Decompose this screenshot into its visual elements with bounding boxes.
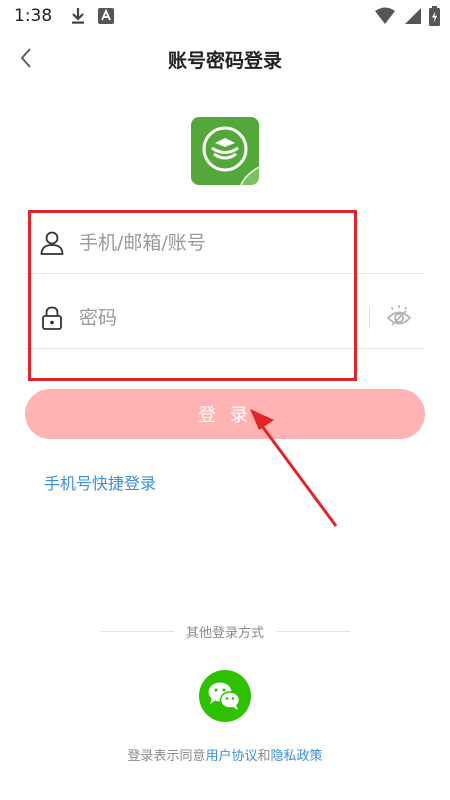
user-agreement-link[interactable]: 用户协议 xyxy=(205,749,257,764)
divider-line-left xyxy=(100,630,174,632)
download-icon xyxy=(72,8,85,24)
account-input[interactable] xyxy=(79,226,359,260)
agreement-prefix: 登录表示同意 xyxy=(127,749,206,764)
signal-icon xyxy=(405,8,421,24)
wechat-icon xyxy=(208,682,241,710)
app-notification-icon xyxy=(98,8,115,24)
status-bar: 1:38 xyxy=(0,0,450,32)
login-button[interactable]: 登 录 xyxy=(25,389,425,439)
app-logo-icon xyxy=(202,126,259,185)
page-title: 账号密码登录 xyxy=(167,50,282,72)
status-system-icons xyxy=(375,6,440,26)
privacy-policy-link[interactable]: 隐私政策 xyxy=(271,749,323,764)
battery-charging-icon xyxy=(429,6,440,26)
account-field xyxy=(25,212,425,274)
agreement-conjunction: 和 xyxy=(257,749,271,764)
eye-separator xyxy=(369,307,370,329)
other-login-label: 其他登录方式 xyxy=(186,625,265,641)
password-field xyxy=(25,287,425,349)
wechat-login-button[interactable] xyxy=(199,670,251,722)
divider-line-right xyxy=(276,630,351,632)
password-input[interactable] xyxy=(79,301,359,335)
lock-icon xyxy=(42,306,62,330)
eye-hidden-icon[interactable] xyxy=(385,304,413,332)
wifi-icon xyxy=(375,7,395,24)
agreement-text: 登录表示同意用户协议和隐私政策 xyxy=(0,745,450,764)
status-notification-icons xyxy=(70,7,115,25)
phone-quick-login-link[interactable]: 手机号快捷登录 xyxy=(44,470,156,494)
status-time: 1:38 xyxy=(14,6,53,26)
other-login-divider: 其他登录方式 xyxy=(100,622,351,641)
nav-bar: 账号密码登录 xyxy=(0,36,450,80)
app-logo xyxy=(191,117,259,185)
user-icon xyxy=(40,231,64,255)
